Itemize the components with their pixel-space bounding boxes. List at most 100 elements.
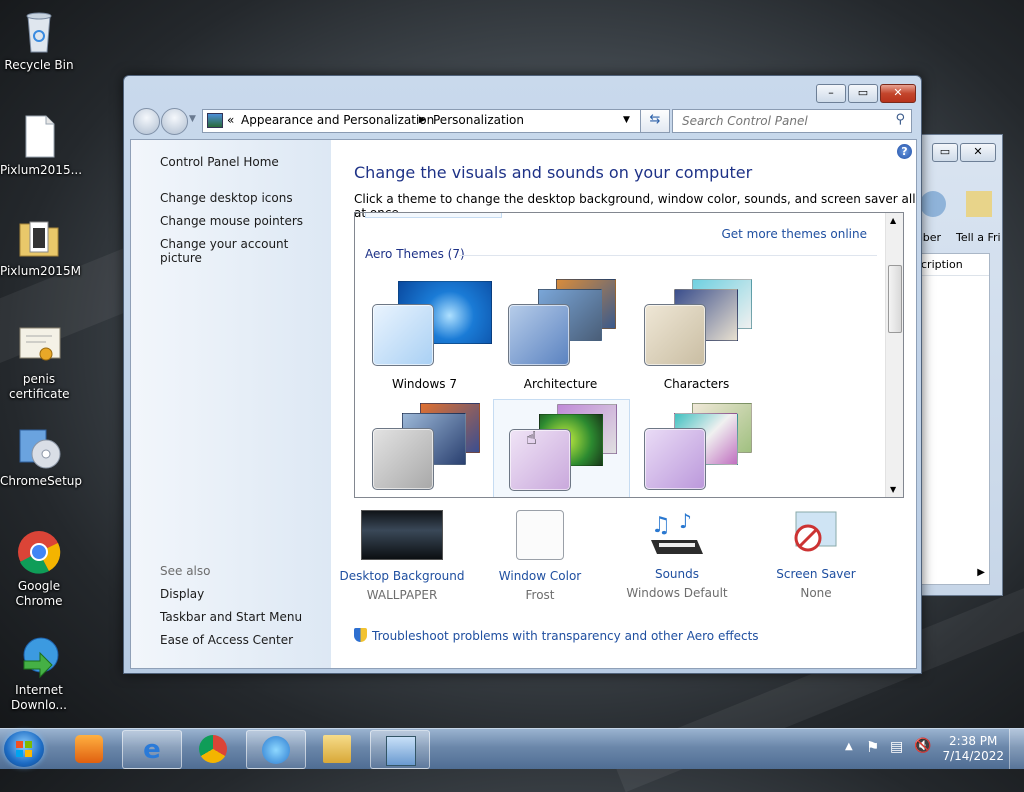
desktop-icon-pixlum-folder[interactable]: Pixlum2015M [0,214,81,279]
personalization-window[interactable]: – ▭ ✕ ▼ « Appearance and Personalization… [123,75,922,674]
scroll-down-arrow[interactable]: ▼ [890,485,896,494]
search-box[interactable]: ⚲ [672,109,912,133]
minimize-button[interactable]: – [816,84,846,103]
volume-muted-icon[interactable]: 🔇 [914,738,931,754]
change-account-picture-link[interactable]: Change your account picture [160,237,331,265]
control-panel-home-link[interactable]: Control Panel Home [160,155,279,169]
help-icon[interactable]: ? [897,144,912,159]
bg-list[interactable]: cription ▶ [916,253,990,585]
theme-color-swatch [644,304,706,366]
taskbar-control-panel[interactable] [370,730,430,769]
scroll-thumb[interactable] [888,265,902,333]
search-input[interactable] [680,113,884,129]
window-color-link[interactable]: Window Color [470,569,610,583]
taskbar-internet-explorer[interactable]: e [122,730,182,769]
group-divider [459,255,877,256]
network-icon[interactable]: ▤ [890,739,903,755]
sounds-value: Windows Default [626,586,728,600]
theme-name: Architecture [523,377,598,391]
desktop-icon-pixlum-file[interactable]: Pixlum2015... [0,113,83,178]
change-desktop-icons-link[interactable]: Change desktop icons [160,191,293,205]
theme-name: Characters [663,377,730,391]
desktop-background-link[interactable]: Desktop Background [332,569,472,583]
ease-of-access-link[interactable]: Ease of Access Center [160,633,293,647]
breadcrumb-personalization[interactable]: Personalization [433,113,524,127]
screen-saver-item[interactable]: Screen Saver None [746,510,886,600]
theme-color-swatch [508,304,570,366]
background-window[interactable]: ▭ ✕ ober Tell a Fri cription ▶ [916,134,1003,596]
desktop-background-item[interactable]: Desktop Background WALLPAPER [332,510,472,602]
screen-saver-link[interactable]: Screen Saver [746,567,886,581]
navigation-bar: ▼ « Appearance and Personalization ▶ Per… [132,106,913,136]
theme-nature[interactable]: ☝ [493,399,630,497]
maximize-button[interactable]: ▭ [848,84,878,103]
theme-scenes[interactable] [629,399,764,497]
breadcrumb-overflow[interactable]: « [227,113,234,127]
desktop-icon-label: Pixlum2015... [0,163,83,177]
bg-column-header[interactable]: cription [917,254,989,276]
troubleshoot-link[interactable]: Troubleshoot problems with transparency … [372,629,759,643]
my-themes-tab-edge [365,213,502,218]
desktop-icon-label: Pixlum2015M [0,264,81,278]
refresh-button[interactable]: ⇆ [640,109,670,133]
window-content: Control Panel Home Change desktop icons … [130,139,917,669]
desktop-icon-certificate[interactable]: penis certificate [0,322,78,402]
taskbar-explorer[interactable] [308,730,366,767]
folder-icon [323,735,351,763]
theme-list[interactable]: Get more themes online Aero Themes (7) W… [354,212,904,498]
control-panel-icon [207,113,223,128]
recent-pages-arrow[interactable]: ▼ [189,114,196,124]
close-button[interactable]: ✕ [880,84,916,103]
taskbar-internet-download-manager[interactable] [246,730,306,769]
desktop-icon-label: penis certificate [9,372,70,401]
change-mouse-pointers-link[interactable]: Change mouse pointers [160,214,303,228]
taskbar-chrome[interactable] [184,730,242,767]
idm-icon [16,633,62,679]
forward-button[interactable] [161,108,188,135]
taskbar-start-menu-link[interactable]: Taskbar and Start Menu [160,610,302,624]
show-desktop-button[interactable] [1009,729,1024,769]
theme-architecture[interactable]: Architecture [493,275,628,395]
screen-saver-icon [776,510,856,558]
sounds-item[interactable]: ♫ ♪ Sounds Windows Default [607,509,747,600]
address-dropdown-icon[interactable]: ▼ [623,115,630,125]
theme-windows-7[interactable]: Windows 7 [357,275,492,395]
start-button[interactable] [4,731,44,767]
bg-close-button[interactable]: ✕ [960,143,996,162]
desktop-icon-label: ChromeSetup [0,474,82,488]
breadcrumb-appearance[interactable]: Appearance and Personalization [241,113,434,127]
task-pane: Control Panel Home Change desktop icons … [131,140,331,668]
window-color-item[interactable]: Window Color Frost [470,510,610,602]
sounds-link[interactable]: Sounds [607,567,747,581]
bg-maximize-button[interactable]: ▭ [932,143,958,162]
theme-color-swatch [372,428,434,490]
bg-scroll-arrow[interactable]: ▶ [977,567,985,578]
back-button[interactable] [133,108,160,135]
clock[interactable]: 2:38 PM 7/14/2022 [942,734,1004,764]
svg-text:♪: ♪ [679,510,692,533]
window-color-swatch [516,510,564,560]
search-icon[interactable]: ⚲ [895,112,905,127]
get-more-themes-link[interactable]: Get more themes online [721,227,867,241]
desktop-icon-google-chrome[interactable]: Google Chrome [0,529,78,609]
theme-color-swatch [509,429,571,491]
theme-characters[interactable]: Characters [629,275,764,395]
desktop-icon-label: Internet Downlo... [11,683,67,712]
scroll-up-arrow[interactable]: ▲ [890,216,896,225]
setup-disc-icon [16,424,62,470]
taskbar-media-player[interactable] [60,730,118,767]
desktop-icon-internet-download[interactable]: Internet Downlo... [0,633,78,713]
address-bar[interactable]: « Appearance and Personalization ▶ Perso… [202,109,666,133]
theme-list-scrollbar[interactable]: ▲ ▼ [885,213,903,497]
desktop-icon-chromesetup[interactable]: ChromeSetup [0,424,82,489]
theme-settings-bar: Desktop Background WALLPAPER Window Colo… [331,509,916,610]
refresh-icon: ⇆ [649,112,661,127]
action-center-flag-icon[interactable]: ⚑ [866,738,879,756]
control-panel-icon [386,736,416,766]
troubleshoot-link-row[interactable]: Troubleshoot problems with transparency … [354,628,759,643]
display-link[interactable]: Display [160,587,204,601]
desktop-icon-recycle-bin[interactable]: Recycle Bin [0,8,78,73]
theme-landscapes[interactable] [357,399,492,497]
show-hidden-icons-button[interactable]: ▲ [845,741,853,752]
bg-toolbar-item[interactable]: Tell a Fri [956,231,1001,244]
